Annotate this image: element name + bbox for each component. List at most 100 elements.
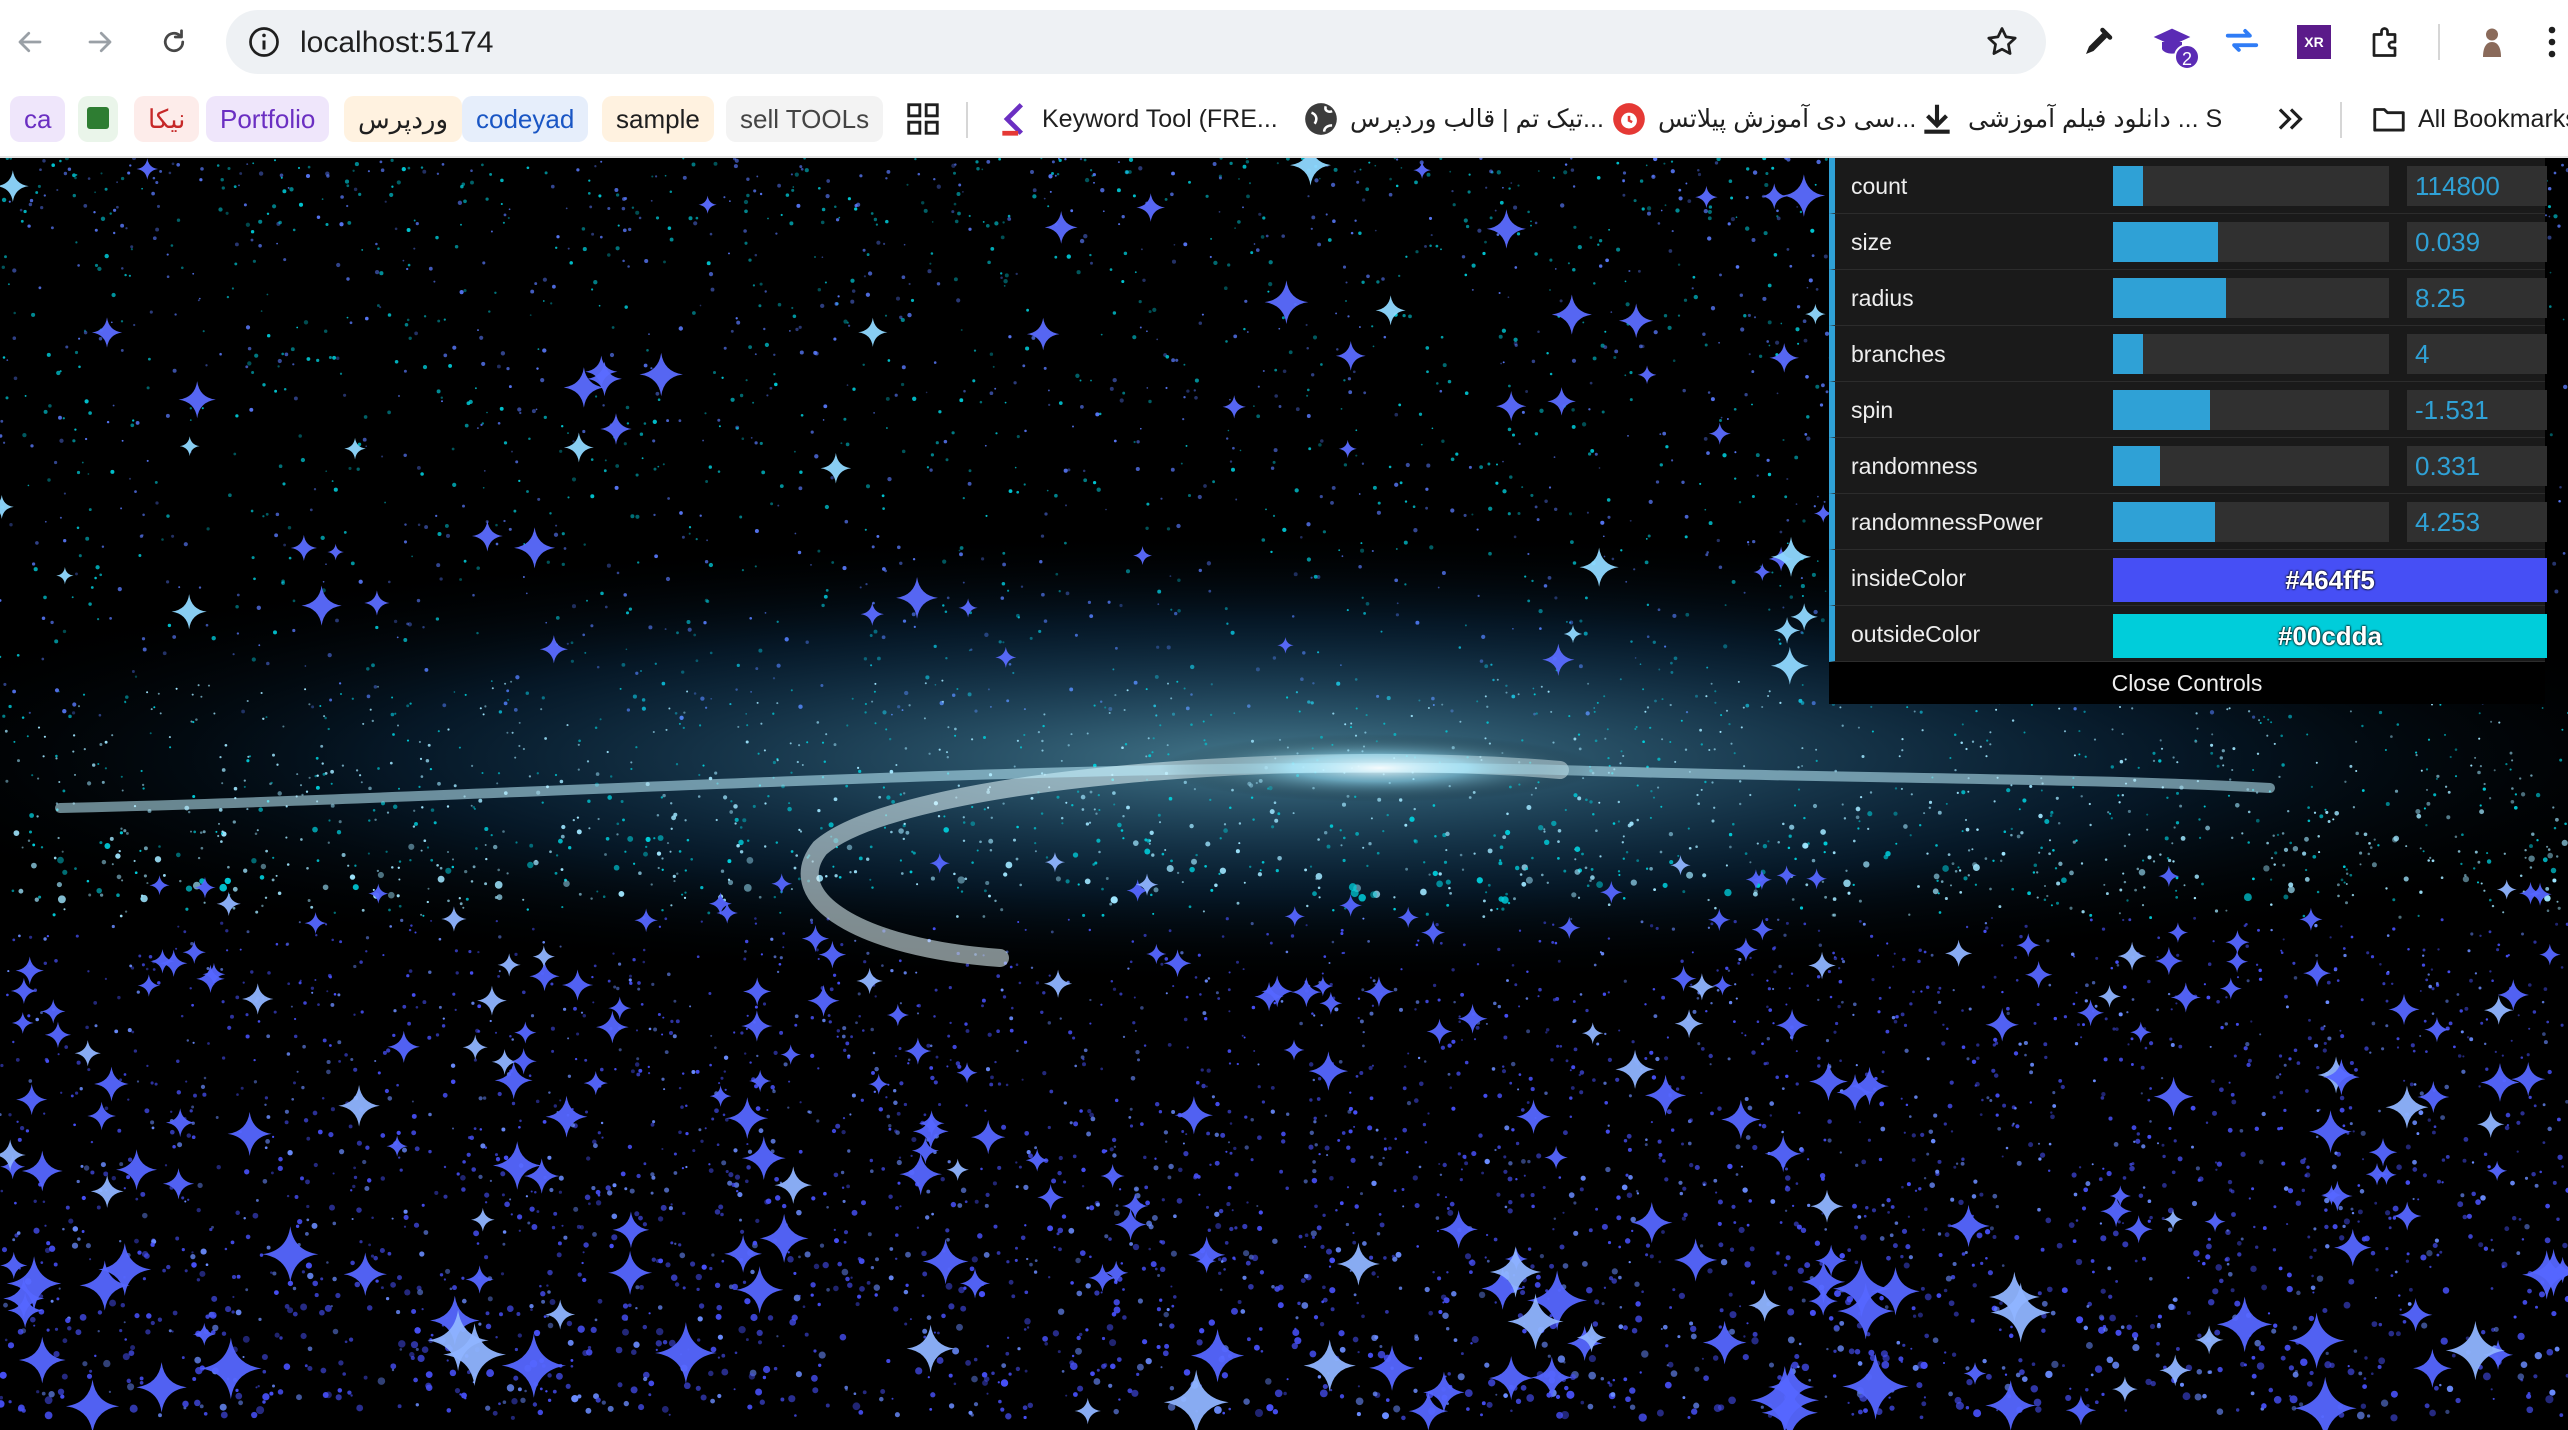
- apps-grid-icon[interactable]: [904, 100, 942, 138]
- dust-particle: [1751, 370, 1755, 374]
- dust-particle: [994, 387, 997, 390]
- back-button[interactable]: [6, 18, 54, 66]
- bookmark-sample[interactable]: sample: [602, 96, 714, 142]
- band-particle: [410, 1341, 419, 1349]
- dust-particle: [1745, 196, 1749, 200]
- bookmark-ca[interactable]: ca: [10, 96, 66, 142]
- band-particle: [813, 1349, 817, 1353]
- band-particle: [1243, 1398, 1250, 1405]
- band-particle: [2327, 820, 2331, 823]
- band-particle: [0, 1189, 4, 1193]
- dust-particle: [159, 169, 163, 173]
- url-text[interactable]: localhost:5174: [300, 26, 493, 60]
- band-particle: [293, 1034, 298, 1039]
- band-particle: [990, 1075, 994, 1080]
- dust-particle: [1823, 500, 1826, 503]
- translate-extension-icon[interactable]: [2220, 20, 2264, 64]
- band-particle: [2226, 1262, 2230, 1266]
- graduation-cap-extension-icon[interactable]: 2: [2150, 20, 2200, 70]
- band-particle: [2344, 780, 2347, 783]
- bookmark-portfolio[interactable]: Portfolio: [206, 96, 330, 142]
- dust-particle: [1175, 358, 1179, 362]
- dust-particle: [998, 158, 1001, 161]
- dust-particle: [1559, 299, 1563, 303]
- menu-dots-icon[interactable]: [2530, 20, 2568, 64]
- dust-particle: [98, 336, 103, 341]
- reload-button[interactable]: [150, 18, 198, 66]
- band-particle: [940, 1177, 945, 1182]
- dust-particle: [1596, 175, 1601, 180]
- dust-particle: [1058, 158, 1062, 162]
- bookmark-download-film[interactable]: دانلود فیلم آموزشی ... S: [1968, 96, 2222, 142]
- band-particle: [1326, 844, 1331, 849]
- bookmark-pilates[interactable]: سی دی آموزش پیلاتس...: [1658, 96, 1916, 142]
- band-particle: [1655, 926, 1659, 930]
- forward-button[interactable]: [76, 18, 124, 66]
- bookmark-codeyad[interactable]: codeyad: [462, 96, 589, 142]
- band-particle: [2388, 1330, 2395, 1337]
- dust-particle: [1032, 194, 1037, 199]
- dust-particle: [544, 171, 548, 175]
- band-particle: [259, 875, 265, 880]
- bookmark-keyword-tool[interactable]: Keyword Tool (FRE...: [1042, 96, 1278, 142]
- dust-particle: [183, 542, 188, 547]
- band-particle: [1733, 1020, 1736, 1023]
- band-particle: [1662, 1159, 1666, 1163]
- dust-particle: [921, 201, 925, 205]
- puzzle-extensions-icon[interactable]: [2364, 20, 2408, 64]
- band-particle: [33, 1199, 37, 1203]
- band-particle: [2127, 1043, 2130, 1046]
- eyedropper-extension-icon[interactable]: [2076, 20, 2120, 64]
- bookmark-star-icon[interactable]: [1984, 24, 2020, 60]
- band-particle: [1015, 857, 1019, 861]
- band-particle: [151, 1126, 155, 1130]
- bookmark-tiktem[interactable]: تیک تم | قالب وردپرس...: [1350, 96, 1604, 142]
- band-particle: [1109, 1147, 1114, 1152]
- dust-particle: [735, 426, 739, 430]
- band-particle: [8, 1400, 12, 1404]
- band-particle: [1158, 821, 1162, 824]
- address-bar[interactable]: localhost:5174: [226, 10, 2046, 74]
- band-particle: [1503, 1035, 1508, 1040]
- band-particle: [32, 843, 36, 847]
- dust-particle: [1135, 466, 1140, 472]
- band-particle: [2448, 1021, 2453, 1026]
- band-particle: [516, 1312, 521, 1316]
- bookmark-sell-tools[interactable]: sell TOOLs: [726, 96, 884, 142]
- band-particle: [119, 1162, 124, 1167]
- bookmark-green-folder[interactable]: [78, 96, 118, 142]
- bookmark-nika[interactable]: نیکا: [134, 96, 200, 142]
- profile-avatar-icon[interactable]: [2470, 20, 2514, 64]
- dust-particle: [502, 221, 505, 224]
- band-particle: [866, 857, 870, 861]
- band-particle: [2385, 887, 2388, 890]
- band-particle: [1631, 1040, 1635, 1044]
- dust-particle: [358, 192, 362, 196]
- chevron-double-right-icon[interactable]: [2272, 100, 2310, 138]
- band-particle: [2036, 896, 2039, 899]
- bookmark-wordpress[interactable]: وردپرس: [344, 96, 463, 142]
- dust-particle: [968, 214, 971, 218]
- site-info-icon[interactable]: [246, 24, 282, 60]
- band-particle: [933, 1080, 938, 1085]
- band-particle: [30, 1316, 36, 1323]
- band-particle: [2015, 1124, 2020, 1129]
- band-particle: [1224, 1241, 1229, 1245]
- dust-particle: [648, 333, 650, 335]
- dust-particle: [2549, 271, 2552, 274]
- all-bookmarks-link[interactable]: All Bookmarks: [2418, 96, 2568, 142]
- dust-particle: [910, 298, 915, 302]
- dust-particle: [238, 184, 240, 187]
- band-particle: [97, 762, 100, 766]
- dust-particle: [1374, 229, 1377, 232]
- dust-particle: [682, 175, 687, 180]
- dust-particle: [865, 484, 871, 489]
- band-particle: [822, 1018, 826, 1023]
- dust-particle: [1226, 437, 1229, 440]
- xr-extension-icon[interactable]: XR: [2292, 20, 2336, 64]
- band-particle: [397, 1404, 402, 1409]
- dust-particle: [847, 324, 851, 327]
- band-particle: [2498, 721, 2501, 724]
- dust-particle: [413, 247, 416, 250]
- dust-particle: [1156, 338, 1159, 341]
